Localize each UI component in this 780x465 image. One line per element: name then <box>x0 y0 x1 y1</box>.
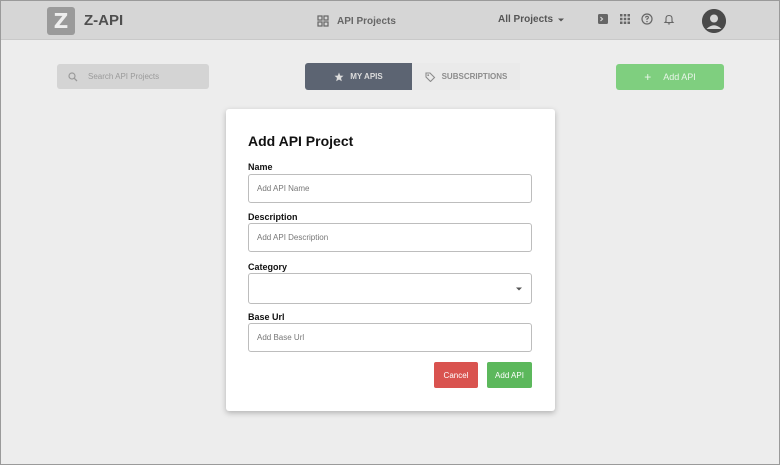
tab-subscriptions[interactable]: SUBSCRIPTIONS <box>412 63 520 90</box>
user-icon <box>702 9 726 33</box>
submit-add-api-button[interactable]: Add API <box>487 362 532 388</box>
description-label: Description <box>248 212 298 222</box>
app-name[interactable]: Z-API <box>84 12 123 29</box>
bell-icon[interactable] <box>663 13 675 25</box>
category-label: Category <box>248 262 288 272</box>
name-field[interactable]: Add API Name <box>248 174 532 203</box>
name-label: Name <box>248 162 273 172</box>
search-input[interactable]: Search API Projects <box>57 64 209 89</box>
base-url-label: Base Url <box>248 312 285 322</box>
search-icon <box>68 71 78 81</box>
apps-grid-icon[interactable] <box>619 13 631 25</box>
base-url-field[interactable]: Add Base Url <box>248 323 532 352</box>
nav-api-projects[interactable]: API Projects <box>317 13 396 29</box>
tab-subscriptions-label: SUBSCRIPTIONS <box>441 72 508 81</box>
add-api-button[interactable]: + Add API <box>616 64 724 90</box>
tab-my-apis-label: MY APIS <box>350 72 383 81</box>
terminal-icon[interactable] <box>597 13 609 25</box>
chevron-down-icon <box>558 18 565 21</box>
nav-api-projects-label: API Projects <box>337 15 396 27</box>
logo-icon[interactable]: Z <box>47 7 75 35</box>
search-placeholder: Search API Projects <box>88 72 160 81</box>
avatar[interactable] <box>702 9 726 33</box>
add-api-project-modal: Add API Project Name Add API Name Descri… <box>226 109 555 411</box>
grid-icon <box>317 15 329 27</box>
description-field[interactable]: Add API Description <box>248 223 532 252</box>
cancel-button[interactable]: Cancel <box>434 362 478 388</box>
description-placeholder: Add API Description <box>257 233 329 242</box>
tags-icon <box>425 71 435 82</box>
dropdown-arrow-icon <box>516 287 522 290</box>
help-icon[interactable] <box>641 13 653 25</box>
project-filter-label: All Projects <box>498 14 554 25</box>
modal-title: Add API Project <box>248 133 354 149</box>
project-filter-dropdown[interactable]: All Projects <box>498 14 565 25</box>
top-bar: Z Z-API API Projects All Projects <box>1 1 779 40</box>
project-tabs: MY APIS SUBSCRIPTIONS <box>305 63 520 90</box>
plus-icon: + <box>644 70 652 84</box>
star-icon <box>334 72 344 81</box>
tab-my-apis[interactable]: MY APIS <box>305 63 412 90</box>
header-icons <box>597 13 675 25</box>
add-api-button-label: Add API <box>663 72 696 82</box>
name-placeholder: Add API Name <box>257 184 310 193</box>
base-url-placeholder: Add Base Url <box>257 333 305 342</box>
category-select[interactable] <box>248 273 532 304</box>
